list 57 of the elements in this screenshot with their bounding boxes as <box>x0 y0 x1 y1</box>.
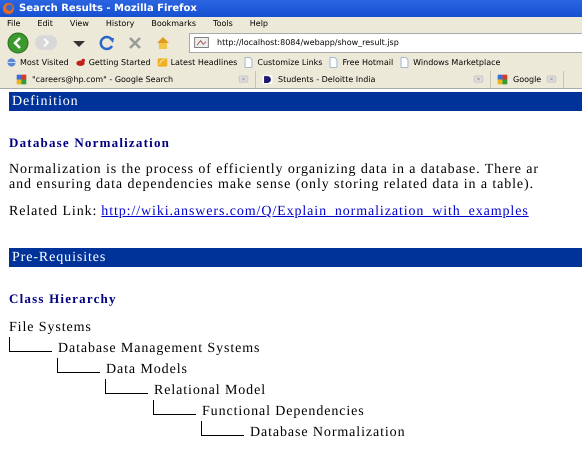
stop-icon[interactable] <box>127 34 143 50</box>
bookmark[interactable]: Customize Links <box>243 57 322 68</box>
tree-connector <box>201 421 244 436</box>
bookmark[interactable]: Most Visited <box>6 57 69 68</box>
tab[interactable]: Students - Deloitte India <box>256 70 491 88</box>
menu-item[interactable]: Tools <box>213 19 233 28</box>
tab-label: Students - Deloitte India <box>278 74 376 84</box>
section-heading: Class Hierarchy <box>9 291 118 307</box>
google-icon <box>497 74 508 84</box>
section-header: Definition <box>9 92 582 111</box>
close-icon[interactable] <box>238 74 249 84</box>
menu-item[interactable]: History <box>106 19 134 28</box>
google-icon <box>16 74 27 84</box>
bookmark[interactable]: Windows Marketplace <box>399 57 500 68</box>
paragraph-line: Normalization is the process of efficiently organizing data in a database. There ar <box>9 162 540 177</box>
page-icon <box>399 57 410 68</box>
tree-connector <box>9 337 52 352</box>
bookmark[interactable]: Latest Headlines <box>156 57 238 68</box>
tree-label: Relational Model <box>154 383 266 399</box>
tab-label: "careers@hp.com" - Google Search <box>32 74 174 84</box>
paragraph-line: and ensuring data dependencies make sense (only storing related data in a table). <box>9 177 536 192</box>
tree-label: Database Normalization <box>250 425 406 441</box>
menu-item[interactable]: Bookmarks <box>151 19 196 28</box>
home-icon[interactable] <box>155 34 171 50</box>
bookmark[interactable]: Free Hotmail <box>328 57 394 68</box>
reload-icon[interactable] <box>99 34 115 50</box>
menu-item[interactable]: View <box>70 19 89 28</box>
tree-label: Data Models <box>106 362 188 378</box>
window-title: Search Results - Mozilla Firefox <box>19 3 197 14</box>
tree-label: Database Management Systems <box>58 341 260 357</box>
related-link[interactable]: http://wiki.answers.com/Q/Explain_normalization_with_examples <box>101 204 529 219</box>
menu-item[interactable]: Help <box>250 19 268 28</box>
page-icon <box>194 37 209 48</box>
tab[interactable]: "careers@hp.com" - Google Search <box>10 70 256 88</box>
tree-label: File Systems <box>9 320 92 336</box>
link-label: Related Link: <box>9 204 98 219</box>
feed-icon <box>156 57 168 68</box>
address-field[interactable]: http://localhost:8084/webapp/show_result.jsp <box>189 32 582 52</box>
page-icon <box>328 57 340 68</box>
tree-connector <box>105 379 148 394</box>
globe-icon <box>6 57 17 68</box>
tree-connector <box>57 358 100 373</box>
tree-connector <box>153 400 196 415</box>
bird-icon <box>74 57 86 68</box>
bookmark[interactable]: Getting Started <box>74 57 151 68</box>
browser-logo-icon <box>2 2 15 15</box>
section-header: Pre-Requisites <box>9 248 582 267</box>
page-icon <box>243 57 254 68</box>
deloitte-icon <box>262 74 273 84</box>
tab-label: Google <box>513 74 542 84</box>
menu-item[interactable]: Edit <box>37 19 53 28</box>
close-icon[interactable] <box>546 74 558 84</box>
tab[interactable]: Google <box>491 70 564 88</box>
tree-label: Functional Dependencies <box>202 404 365 420</box>
section-heading: Database Normalization <box>9 135 172 151</box>
close-icon[interactable] <box>473 74 484 84</box>
menu-item[interactable]: File <box>7 19 20 28</box>
